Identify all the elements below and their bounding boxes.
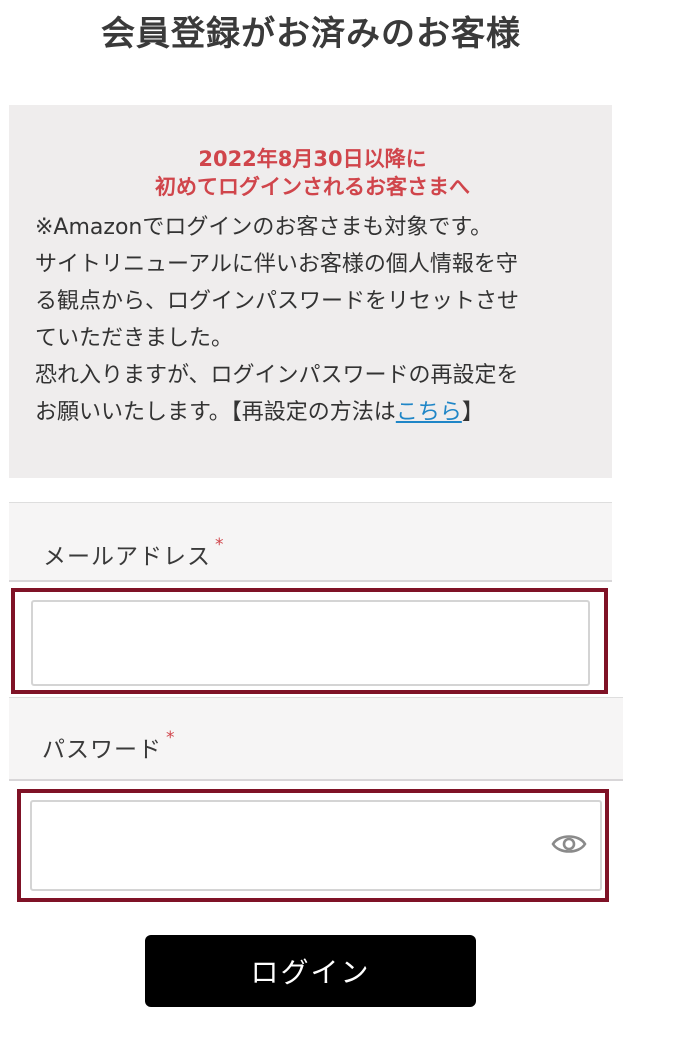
login-button[interactable]: ログイン <box>145 935 476 1007</box>
notice-text-line: サイトリニューアルに伴いお客様の個人情報を守 <box>35 252 518 277</box>
notice-heading-line: 初めてログインされるお客さまへ <box>155 175 470 199</box>
required-mark: * <box>215 535 225 555</box>
email-field-focus-frame <box>11 588 608 694</box>
reset-method-link[interactable]: こちら <box>396 400 462 425</box>
notice-text-suffix: 】 <box>461 400 484 425</box>
email-label-text: メールアドレス <box>43 544 211 570</box>
password-label: パスワード * <box>42 728 175 764</box>
password-field-focus-frame <box>17 789 609 902</box>
page-title: 会員登録がお済みのお客様 <box>101 14 521 54</box>
password-input[interactable] <box>30 800 602 891</box>
eye-icon-graphic <box>551 835 587 853</box>
notice-heading: 2022年8月30日以降に 初めてログインされるお客さまへ <box>35 145 590 201</box>
notice-text-line: ※Amazonでログインのお客さまも対象です。 <box>35 215 493 240</box>
email-label: メールアドレス * <box>43 535 224 571</box>
required-mark: * <box>166 728 176 748</box>
notice-heading-line: 2022年8月30日以降に <box>198 147 427 171</box>
notice-text-line: ていただきました。 <box>35 326 234 351</box>
password-label-text: パスワード <box>42 737 162 763</box>
eye-icon[interactable] <box>551 831 587 857</box>
notice-text-line: る観点から、ログインパスワードをリセットさせ <box>35 289 520 314</box>
email-label-row: メールアドレス * <box>9 502 612 582</box>
notice-body: ※Amazonでログインのお客さまも対象です。 サイトリニューアルに伴いお客様の… <box>35 209 590 431</box>
notice-box: 2022年8月30日以降に 初めてログインされるお客さまへ ※Amazonでログ… <box>9 105 612 478</box>
notice-text-line: お願いいたします。【再設定の方法はこちら】 <box>35 394 590 431</box>
email-input[interactable] <box>31 600 590 686</box>
notice-text-prefix: お願いいたします。【再設定の方法は <box>35 400 396 425</box>
notice-text-line: 恐れ入りますが、ログインパスワードの再設定を <box>35 363 519 388</box>
password-label-row: パスワード * <box>9 697 623 781</box>
